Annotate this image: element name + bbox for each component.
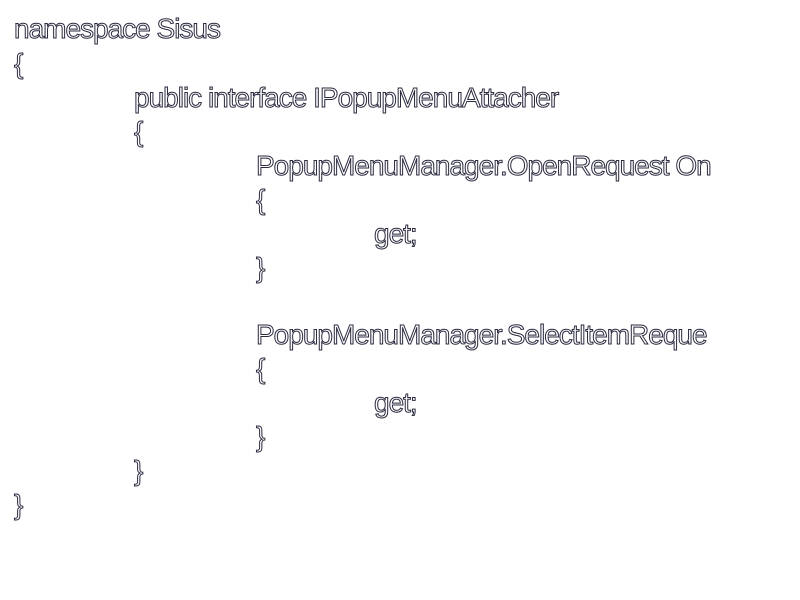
code-line-open-request-property: PopupMenuManager.OpenRequest On	[256, 150, 713, 182]
code-line-interface-close-brace: }	[133, 455, 143, 487]
code-line-interface-open-brace: {	[133, 116, 143, 148]
code-line-property-open-brace: {	[255, 353, 265, 385]
code-line-property-close-brace: }	[255, 252, 265, 284]
code-line-interface: public interface IPopupMenuAttacher	[133, 82, 559, 114]
code-line-getter: get;	[374, 218, 419, 250]
code-line-select-item-request-property: PopupMenuManager.SelectItemReque	[256, 319, 709, 351]
code-viewer: namespace Sisus { public interface IPopu…	[0, 0, 800, 600]
code-line-property-close-brace: }	[255, 421, 265, 453]
code-line-close-brace: }	[13, 489, 23, 521]
code-line-getter: get;	[374, 387, 419, 419]
code-line-namespace: namespace Sisus	[13, 13, 221, 45]
code-line-open-brace: {	[13, 48, 23, 80]
code-line-property-open-brace: {	[255, 184, 265, 216]
